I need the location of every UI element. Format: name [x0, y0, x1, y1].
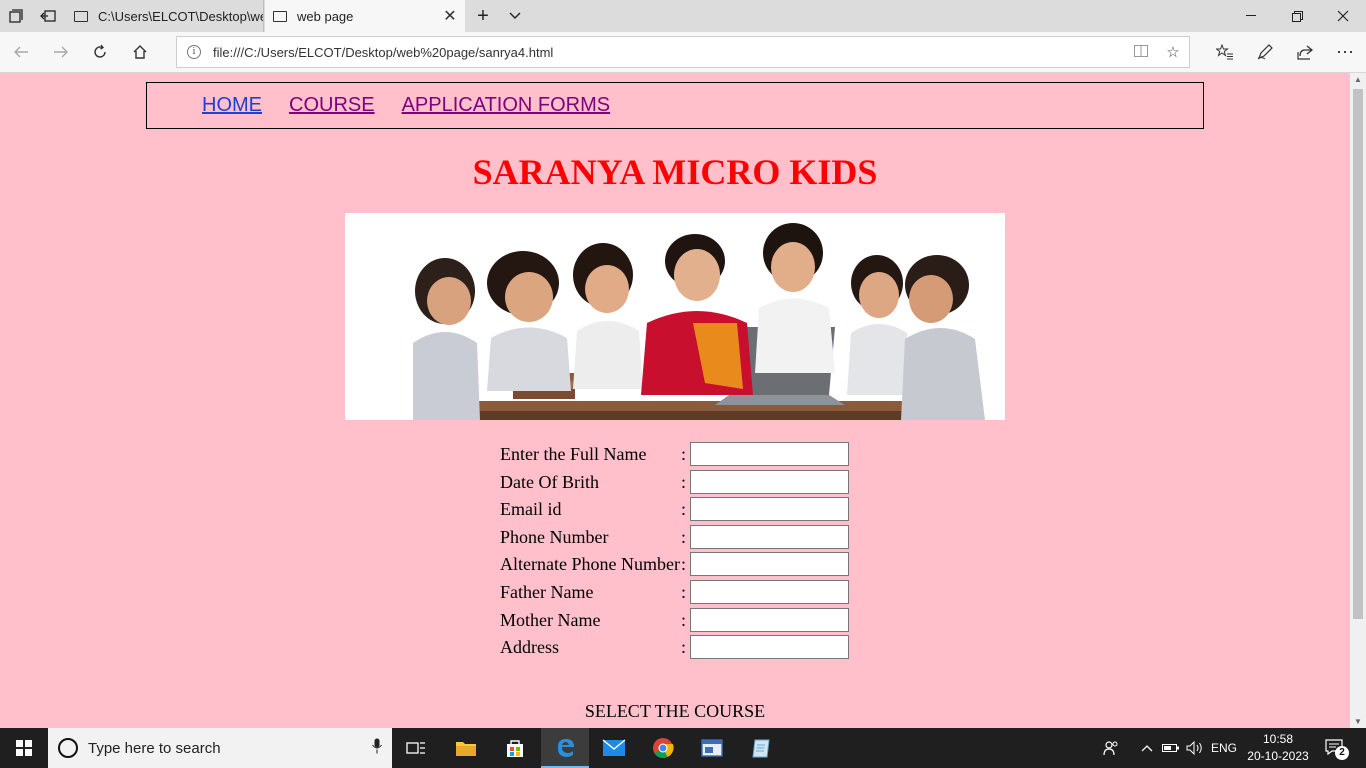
field-label: Mother Name: [500, 609, 601, 630]
field-label: Date Of Brith: [500, 471, 599, 492]
mother-name-input[interactable]: [690, 607, 849, 632]
form-row-date-of-birth: Date Of Brith :: [500, 469, 850, 496]
vertical-scrollbar[interactable]: ▲ ▼: [1350, 73, 1366, 728]
chevron-down-icon[interactable]: [500, 0, 530, 32]
home-icon[interactable]: [121, 37, 159, 67]
form-row-full-name: Enter the Full Name :: [500, 442, 850, 468]
form-row-father-name: Father Name :: [500, 580, 850, 606]
mail-icon[interactable]: [590, 728, 638, 768]
form-row-alternate-phone: Alternate Phone Number :: [500, 552, 850, 578]
banner-image-kids-with-teacher: [345, 213, 1005, 420]
forward-icon[interactable]: [42, 37, 80, 67]
action-center-button[interactable]: 2: [1318, 728, 1352, 768]
field-label: Enter the Full Name: [500, 444, 647, 464]
field-colon: :: [681, 444, 687, 464]
nav-link-application-forms[interactable]: APPLICATION FORMS: [402, 94, 611, 117]
page-icon: [74, 10, 88, 22]
set-tabs-aside-icon[interactable]: [32, 0, 64, 32]
windows-logo-icon: [16, 740, 32, 756]
cortana-icon: [58, 738, 78, 758]
field-label: Phone Number: [500, 526, 609, 547]
page-viewport: HOME COURSE APPLICATION FORMS SARANYA MI…: [0, 73, 1350, 728]
app-window-icon[interactable]: [688, 728, 736, 768]
father-name-input[interactable]: [690, 580, 849, 604]
address-input[interactable]: [690, 635, 849, 660]
microsoft-store-icon[interactable]: [491, 728, 539, 768]
form-row-email: Email id :: [500, 497, 850, 523]
alternate-phone-input[interactable]: [690, 552, 849, 577]
field-label: Email id: [500, 499, 562, 520]
form-row-mother-name: Mother Name :: [500, 607, 850, 634]
scroll-up-icon[interactable]: ▲: [1350, 75, 1366, 84]
search-placeholder: Type here to search: [88, 739, 221, 757]
system-clock[interactable]: 10:58 20-10-2023: [1240, 731, 1316, 765]
favorite-star-icon[interactable]: ☆: [1157, 43, 1189, 61]
nav-link-course[interactable]: COURSE: [289, 94, 375, 117]
pen-icon[interactable]: [1246, 37, 1284, 67]
scrollbar-thumb[interactable]: [1353, 89, 1363, 619]
show-hidden-icons-icon[interactable]: [1137, 728, 1157, 768]
scroll-down-icon[interactable]: ▼: [1350, 717, 1366, 726]
field-colon: :: [681, 637, 687, 658]
file-explorer-icon[interactable]: [442, 728, 490, 768]
back-icon[interactable]: [2, 37, 40, 67]
microphone-icon[interactable]: [362, 738, 392, 758]
more-options-icon[interactable]: ⋯: [1326, 37, 1364, 67]
taskbar-search-box[interactable]: Type here to search: [48, 728, 392, 768]
field-colon: :: [681, 499, 687, 520]
field-label: Alternate Phone Number: [500, 554, 680, 575]
page-icon: [273, 10, 287, 22]
refresh-icon[interactable]: [81, 37, 119, 67]
tab-label: C:\Users\ELCOT\Desktop\we: [98, 8, 263, 24]
address-bar[interactable]: i file:///C:/Users/ELCOT/Desktop/web%20p…: [176, 36, 1190, 68]
site-navigation: HOME COURSE APPLICATION FORMS: [146, 82, 1204, 129]
date-of-birth-input[interactable]: [690, 469, 849, 494]
reading-view-icon[interactable]: [1125, 44, 1157, 61]
field-colon: :: [681, 582, 687, 602]
site-info-icon[interactable]: i: [187, 45, 201, 59]
task-view-icon[interactable]: [392, 728, 440, 768]
close-window-icon[interactable]: [1320, 0, 1366, 32]
form-row-address: Address :: [500, 635, 850, 661]
notepad-icon[interactable]: [737, 728, 785, 768]
page-title: SARANYA MICRO KIDS: [472, 152, 878, 192]
field-colon: :: [681, 471, 687, 492]
full-name-input[interactable]: [690, 442, 849, 466]
notification-count-badge: 2: [1335, 746, 1349, 760]
tab-desktop-folder[interactable]: C:\Users\ELCOT\Desktop\we: [66, 0, 264, 32]
tab-manager-icon[interactable]: [0, 0, 32, 32]
notification-icon: 2: [1325, 739, 1349, 760]
people-icon[interactable]: [1098, 728, 1124, 768]
browser-tab-bar: C:\Users\ELCOT\Desktop\we web page ✕ +: [0, 0, 1366, 32]
phone-number-input[interactable]: [690, 524, 849, 549]
field-colon: :: [681, 609, 687, 630]
edge-browser-icon[interactable]: [541, 728, 589, 768]
clock-time: 10:58: [1262, 732, 1294, 746]
new-tab-icon[interactable]: +: [468, 0, 498, 32]
language-indicator[interactable]: ENG: [1208, 728, 1240, 768]
clock-date: 20-10-2023: [1247, 749, 1309, 763]
start-button[interactable]: [0, 728, 48, 768]
battery-icon[interactable]: [1160, 728, 1182, 768]
field-label: Father Name: [500, 582, 594, 602]
tab-label: web page: [297, 8, 354, 24]
form-row-phone: Phone Number :: [500, 524, 850, 551]
chrome-icon[interactable]: [639, 728, 687, 768]
field-colon: :: [681, 526, 687, 547]
share-icon[interactable]: [1286, 37, 1324, 67]
select-course-heading: SELECT THE COURSE: [584, 701, 766, 721]
field-label: Address: [500, 637, 559, 658]
windows-taskbar: Type here to search ENG 10:58 20-10-2023…: [0, 728, 1366, 768]
restore-icon[interactable]: [1274, 0, 1320, 32]
browser-toolbar: i file:///C:/Users/ELCOT/Desktop/web%20p…: [0, 32, 1366, 73]
volume-icon[interactable]: [1184, 728, 1206, 768]
favorites-list-icon[interactable]: [1206, 37, 1244, 67]
field-colon: :: [681, 554, 687, 575]
email-input[interactable]: [690, 497, 849, 522]
minimize-icon[interactable]: [1228, 0, 1274, 32]
close-tab-icon[interactable]: ✕: [435, 6, 465, 26]
tab-web-page[interactable]: web page ✕: [265, 0, 465, 32]
nav-link-home[interactable]: HOME: [202, 94, 262, 117]
url-text[interactable]: file:///C:/Users/ELCOT/Desktop/web%20pag…: [213, 45, 1125, 60]
